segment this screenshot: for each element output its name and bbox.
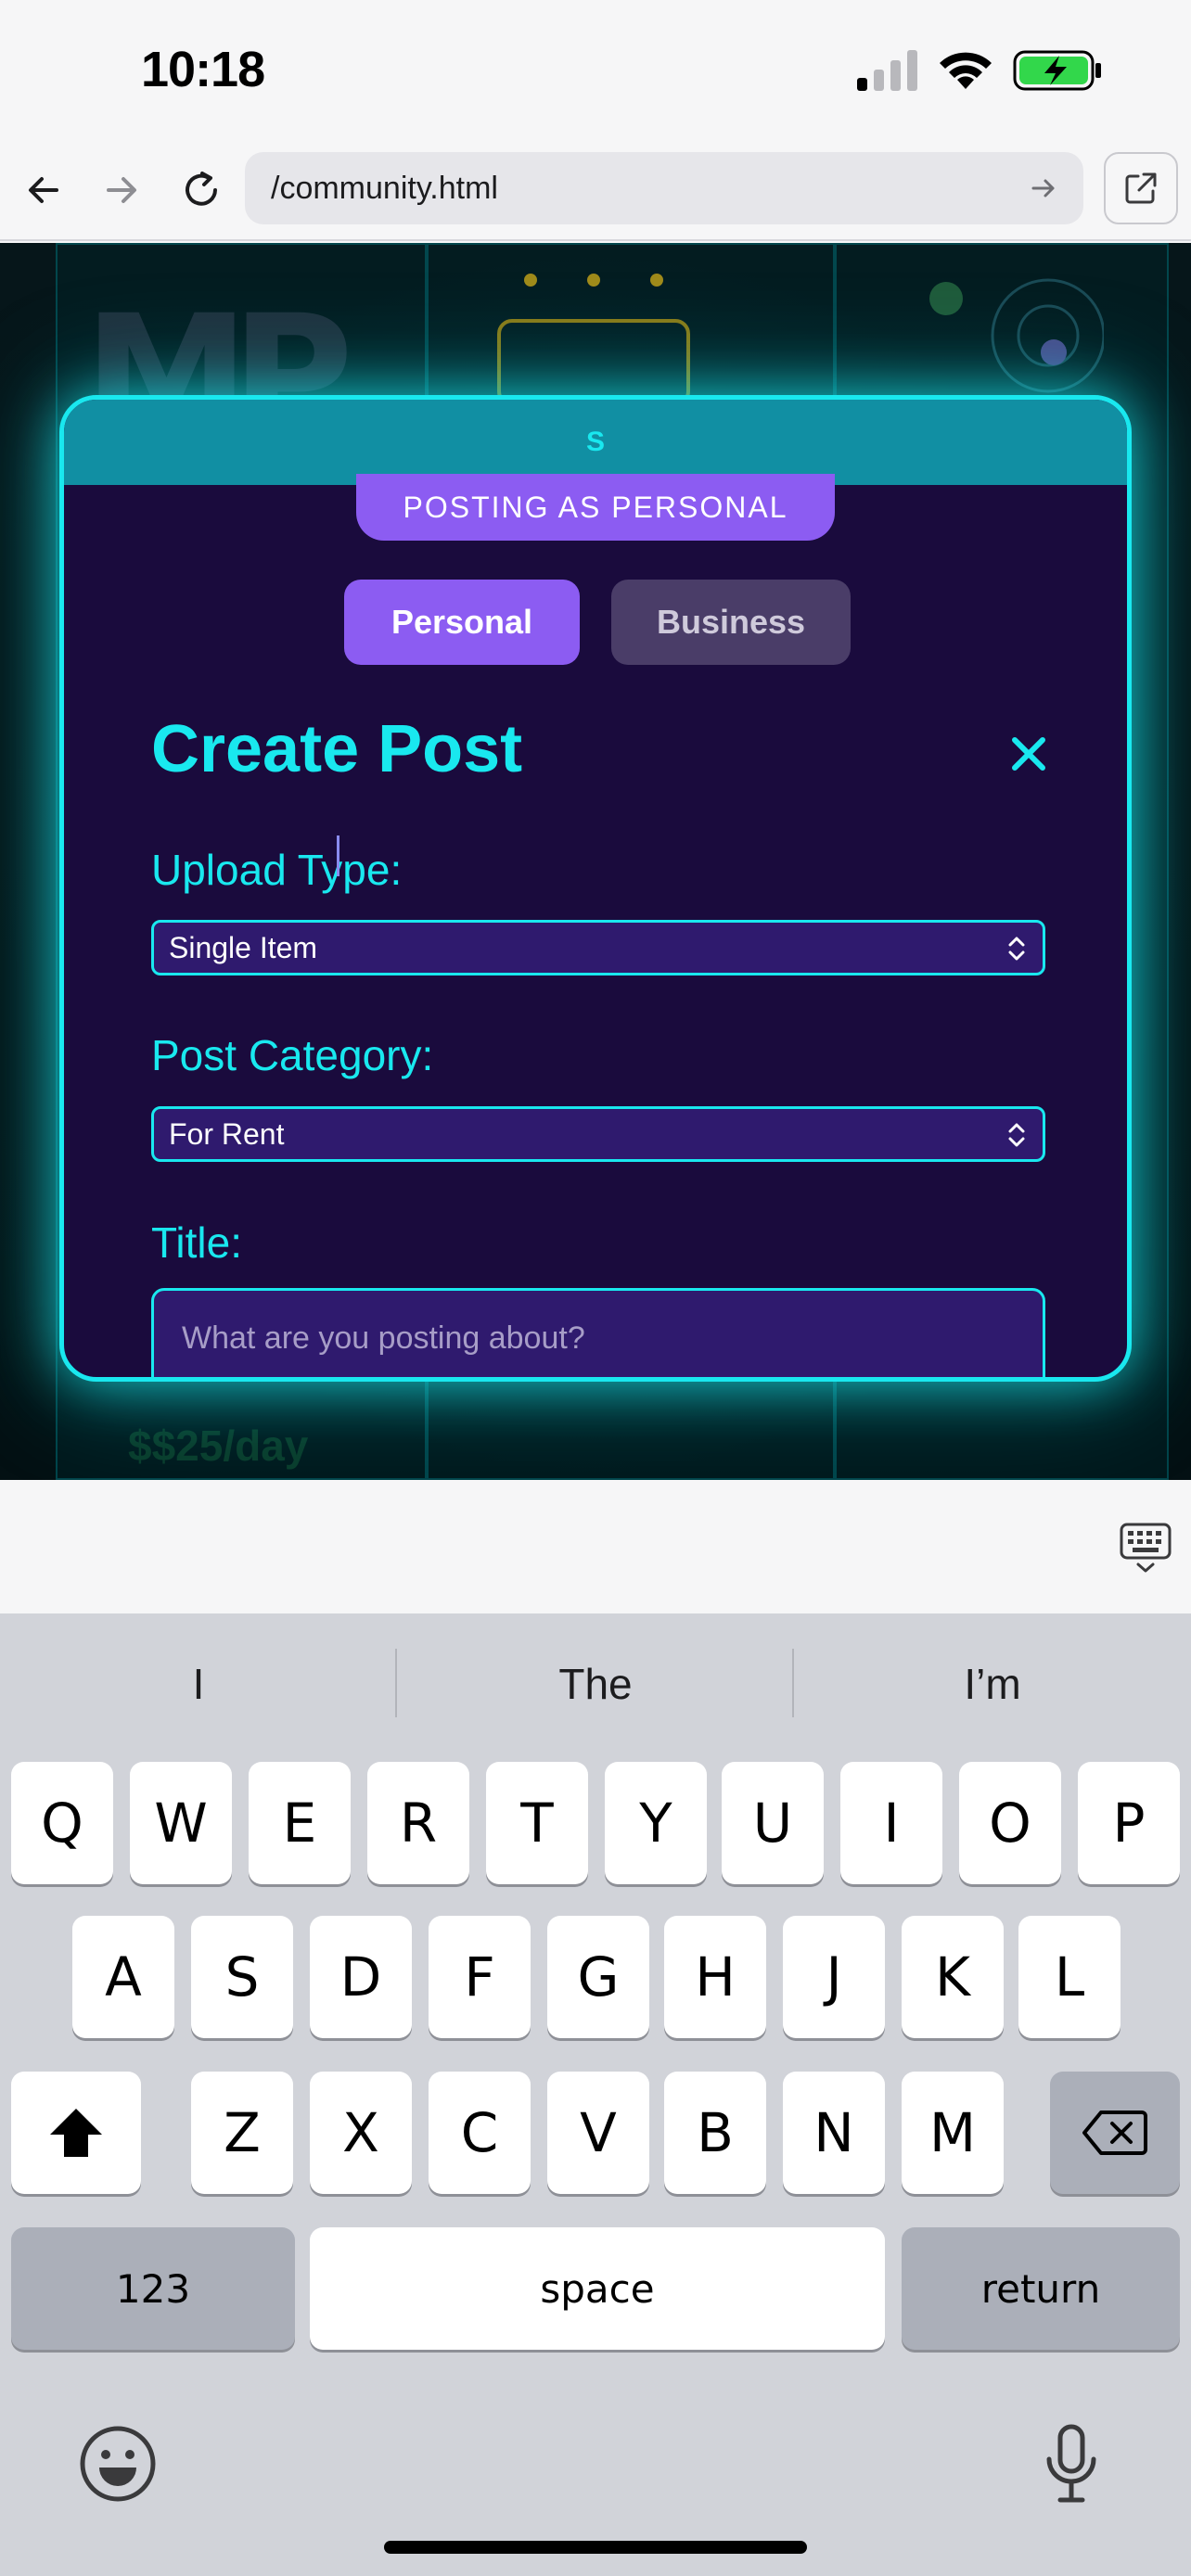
go-icon [1031, 179, 1055, 198]
battery-charging-icon [1013, 50, 1101, 91]
reload-icon [186, 172, 217, 206]
key-q[interactable]: Q [11, 1762, 113, 1884]
open-external-icon [1125, 172, 1157, 204]
shift-icon [50, 2109, 102, 2157]
title-label: Title: [151, 1218, 242, 1267]
chevron-updown-icon [1008, 1123, 1025, 1147]
key-e[interactable]: E [249, 1762, 351, 1884]
key-b[interactable]: B [664, 2072, 766, 2194]
post-category-select[interactable]: For Rent [151, 1106, 1045, 1162]
return-key[interactable]: return [902, 2227, 1180, 2350]
key-m[interactable]: M [902, 2072, 1004, 2194]
key-o[interactable]: O [959, 1762, 1061, 1884]
status-bar: 10:18 [0, 0, 1191, 139]
key-y[interactable]: Y [605, 1762, 707, 1884]
key-c[interactable]: C [429, 2072, 531, 2194]
key-w[interactable]: W [130, 1762, 232, 1884]
reload-button[interactable] [171, 159, 232, 221]
background-calendar-graphic [497, 274, 690, 401]
wifi-icon [940, 52, 992, 89]
title-input[interactable]: What are you posting about? [151, 1288, 1045, 1377]
microphone-icon [1046, 2424, 1096, 2503]
open-external-button[interactable] [1104, 152, 1178, 224]
key-f[interactable]: F [429, 1916, 531, 2038]
background-price: $$25/day [128, 1422, 309, 1470]
modal-title: Create Post [151, 712, 523, 786]
key-a[interactable]: A [72, 1916, 174, 2038]
key-l[interactable]: L [1018, 1916, 1121, 2038]
go-button[interactable] [1020, 165, 1067, 211]
forward-button[interactable] [91, 159, 152, 221]
delete-key[interactable] [1050, 2072, 1180, 2194]
key-k[interactable]: K [902, 1916, 1004, 2038]
key-x[interactable]: X [310, 2072, 412, 2194]
forward-icon [107, 177, 136, 203]
post-category-label: Post Category: [151, 1031, 434, 1079]
dictation-button[interactable] [1030, 2422, 1113, 2506]
key-u[interactable]: U [722, 1762, 824, 1884]
suggestion-2[interactable]: The [397, 1613, 794, 1754]
home-indicator[interactable] [384, 2541, 807, 2554]
key-h[interactable]: H [664, 1916, 766, 2038]
upload-type-value: Single Item [169, 930, 318, 964]
shift-key[interactable] [11, 2072, 141, 2194]
emoji-icon [80, 2426, 156, 2502]
browser-toolbar: /community.html [0, 139, 1191, 241]
upload-type-select[interactable]: Single Item [151, 920, 1045, 976]
key-s[interactable]: S [191, 1916, 293, 2038]
modal-header-letter: S [585, 427, 605, 457]
key-p[interactable]: P [1078, 1762, 1180, 1884]
key-d[interactable]: D [310, 1916, 412, 2038]
background-circuit-graphic [929, 278, 1104, 393]
keyboard-hide-icon[interactable] [1119, 1521, 1172, 1575]
emoji-button[interactable] [76, 2422, 160, 2506]
posting-as-badge: POSTING AS PERSONAL [356, 474, 835, 541]
modal-header: S [64, 400, 1127, 485]
suggestion-3[interactable]: I’m [794, 1613, 1191, 1754]
numbers-key[interactable]: 123 [11, 2227, 295, 2350]
upload-type-label: Upload Type: [151, 846, 403, 894]
status-time: 10:18 [141, 42, 265, 97]
back-button[interactable] [13, 159, 74, 221]
key-r[interactable]: R [367, 1762, 469, 1884]
post-category-value: For Rent [169, 1116, 285, 1151]
address-bar[interactable]: /community.html [245, 152, 1083, 224]
cellular-signal-icon [857, 50, 917, 91]
key-t[interactable]: T [486, 1762, 588, 1884]
keyboard-accessory-bar [0, 1480, 1191, 1613]
key-i[interactable]: I [840, 1762, 942, 1884]
key-v[interactable]: V [547, 2072, 649, 2194]
segment-business[interactable]: Business [611, 580, 851, 665]
back-icon [29, 177, 58, 203]
key-z[interactable]: Z [191, 2072, 293, 2194]
text-caret [337, 835, 339, 876]
chevron-updown-icon [1008, 937, 1025, 961]
title-placeholder: What are you posting about? [182, 1320, 585, 1356]
segment-personal[interactable]: Personal [344, 580, 580, 665]
key-n[interactable]: N [783, 2072, 885, 2194]
create-post-modal: S POSTING AS PERSONAL Personal Business … [59, 395, 1132, 1382]
keyboard: I The I’m Q W E R T Y U I O P A S D F G … [0, 1613, 1191, 2576]
key-j[interactable]: J [783, 1916, 885, 2038]
key-g[interactable]: G [547, 1916, 649, 2038]
close-icon [1012, 737, 1045, 771]
url-text: /community.html [271, 170, 498, 206]
space-key[interactable]: space [310, 2227, 885, 2350]
delete-icon [1082, 2111, 1147, 2155]
suggestion-1[interactable]: I [0, 1613, 397, 1754]
close-button[interactable] [1001, 726, 1057, 782]
